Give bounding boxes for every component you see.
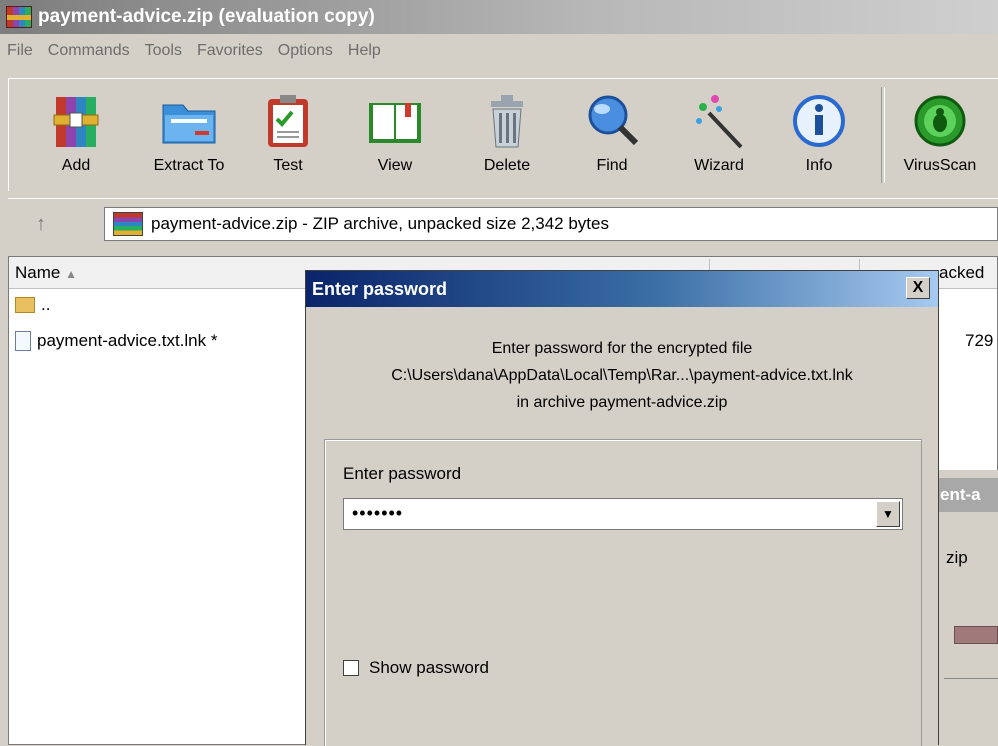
address-bar[interactable]: payment-advice.zip - ZIP archive, unpack… xyxy=(104,207,998,241)
winrar-app-icon xyxy=(6,6,32,28)
show-password-checkbox[interactable]: Show password xyxy=(343,658,489,678)
list-item-parent[interactable]: .. xyxy=(15,293,50,317)
archive-icon xyxy=(113,212,143,236)
background-dialog: ent-a zip xyxy=(930,470,998,745)
password-label: Enter password xyxy=(343,464,462,483)
virus-scan-icon xyxy=(910,91,970,151)
file-icon xyxy=(15,331,31,351)
menu-bar: File Commands Tools Favorites Options He… xyxy=(0,42,998,66)
find-button[interactable]: Find xyxy=(575,91,649,187)
message-line-2: C:\Users\dana\AppData\Local\Temp\Rar...\… xyxy=(391,367,853,384)
extract-to-label: Extract To xyxy=(153,157,225,174)
background-dialog-text: zip xyxy=(946,548,968,567)
extract-to-button[interactable]: Extract To xyxy=(139,91,239,187)
virusscan-label: VirusScan xyxy=(903,157,977,174)
background-dialog-progress xyxy=(954,626,998,644)
list-item-file[interactable]: payment-advice.txt.lnk * xyxy=(15,329,217,353)
dialog-message: Enter password for the encrypted file C:… xyxy=(306,335,938,416)
window-title: payment-advice.zip (evaluation copy) xyxy=(38,6,375,27)
wizard-button[interactable]: Wizard xyxy=(677,91,761,187)
menu-favorites[interactable]: Favorites xyxy=(190,42,271,66)
address-text: payment-advice.zip - ZIP archive, unpack… xyxy=(151,214,609,233)
menu-help[interactable]: Help xyxy=(341,42,389,66)
address-row: ↑ payment-advice.zip - ZIP archive, unpa… xyxy=(8,198,998,249)
dialog-title: Enter password xyxy=(306,271,938,307)
folder-icon xyxy=(159,91,219,151)
up-arrow-icon[interactable]: ↑ xyxy=(26,211,56,237)
add-label: Add xyxy=(61,157,91,174)
show-password-label: Show password xyxy=(369,658,490,677)
list-item-packed-size: 729 xyxy=(965,331,994,350)
add-button[interactable]: Add xyxy=(31,91,121,187)
virusscan-button[interactable]: VirusScan xyxy=(893,91,987,187)
test-label: Test xyxy=(273,157,303,174)
message-line-3: in archive payment-advice.zip xyxy=(516,394,728,411)
sort-ascending-icon: ▲ xyxy=(65,267,77,281)
find-label: Find xyxy=(596,157,628,174)
menu-commands[interactable]: Commands xyxy=(41,42,138,66)
list-item-name: .. xyxy=(41,295,51,314)
info-label: Info xyxy=(805,157,833,174)
background-dialog-divider xyxy=(944,678,998,679)
chevron-down-icon[interactable]: ▼ xyxy=(876,501,900,527)
folder-up-icon xyxy=(15,297,35,313)
password-dialog: Enter password X Enter password for the … xyxy=(305,270,939,746)
magnifier-icon xyxy=(582,91,642,151)
column-header-name[interactable]: Name ▲ xyxy=(15,263,77,283)
checkbox-box[interactable] xyxy=(343,660,359,676)
message-line-1: Enter password for the encrypted file xyxy=(491,340,753,357)
trash-can-icon xyxy=(477,91,537,151)
delete-button[interactable]: Delete xyxy=(465,91,549,187)
add-archive-icon xyxy=(46,91,106,151)
book-icon xyxy=(365,91,425,151)
toolbar-separator xyxy=(881,87,885,183)
menu-tools[interactable]: Tools xyxy=(138,42,190,66)
view-label: View xyxy=(377,157,413,174)
menu-file[interactable]: File xyxy=(0,42,41,66)
background-dialog-title: ent-a xyxy=(930,478,998,512)
password-input[interactable]: ••••••• ▼ xyxy=(343,498,903,530)
list-item-name: payment-advice.txt.lnk * xyxy=(37,331,218,350)
toolbar: Add Extract To Test View Delete Find Wiz… xyxy=(8,78,998,191)
view-button[interactable]: View xyxy=(355,91,435,187)
magic-wand-icon xyxy=(689,91,749,151)
password-value: ••••••• xyxy=(352,503,404,523)
window-title-bar: payment-advice.zip (evaluation copy) xyxy=(0,0,998,34)
delete-label: Delete xyxy=(483,157,531,174)
password-group: Enter password ••••••• ▼ Show password xyxy=(324,439,922,746)
wizard-label: Wizard xyxy=(694,157,744,174)
info-button[interactable]: Info xyxy=(779,91,859,187)
menu-options[interactable]: Options xyxy=(271,42,341,66)
close-button[interactable]: X xyxy=(906,277,930,299)
clipboard-check-icon xyxy=(258,91,318,151)
column-header-packed[interactable]: acked xyxy=(939,263,984,283)
info-icon xyxy=(789,91,849,151)
test-button[interactable]: Test xyxy=(253,91,323,187)
